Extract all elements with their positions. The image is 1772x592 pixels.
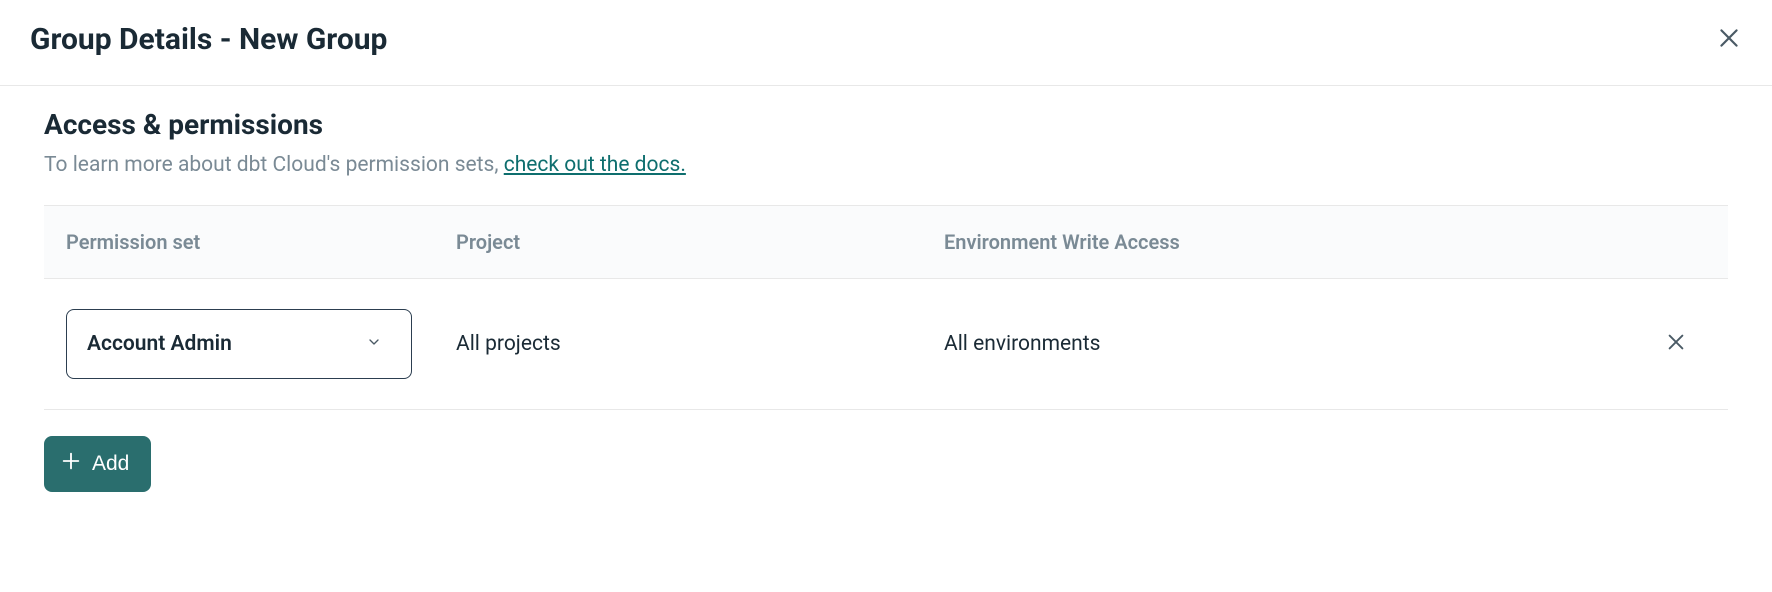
content-area: Access & permissions To learn more about… <box>0 86 1772 522</box>
page-title: Group Details - New Group <box>30 22 387 57</box>
close-icon <box>1665 338 1687 357</box>
table-row: Account Admin All projects All environme… <box>44 279 1728 409</box>
th-project: Project <box>456 230 944 254</box>
dialog-header: Group Details - New Group <box>0 0 1772 86</box>
add-button-label: Add <box>92 452 129 476</box>
plus-icon <box>60 450 82 478</box>
cell-project: All projects <box>456 332 944 356</box>
remove-row-button[interactable] <box>1665 331 1687 357</box>
section-title: Access & permissions <box>44 108 1728 141</box>
th-environment: Environment Write Access <box>944 230 1646 254</box>
permission-select-wrap: Account Admin <box>66 309 412 379</box>
permissions-table: Permission set Project Environment Write… <box>44 205 1728 410</box>
cell-environment: All environments <box>944 332 1646 356</box>
close-icon <box>1716 25 1742 55</box>
table-header-row: Permission set Project Environment Write… <box>44 206 1728 279</box>
th-permission-set: Permission set <box>66 230 456 254</box>
cell-actions <box>1646 331 1706 357</box>
add-button[interactable]: Add <box>44 436 151 492</box>
docs-link[interactable]: check out the docs. <box>504 153 686 177</box>
section-description: To learn more about dbt Cloud's permissi… <box>44 153 1728 177</box>
cell-permission-set: Account Admin <box>66 309 456 379</box>
th-actions <box>1646 230 1706 254</box>
permission-set-select[interactable]: Account Admin <box>66 309 412 379</box>
permission-selected-value: Account Admin <box>87 332 232 356</box>
desc-text: To learn more about dbt Cloud's permissi… <box>44 153 504 177</box>
close-dialog-button[interactable] <box>1716 25 1742 55</box>
